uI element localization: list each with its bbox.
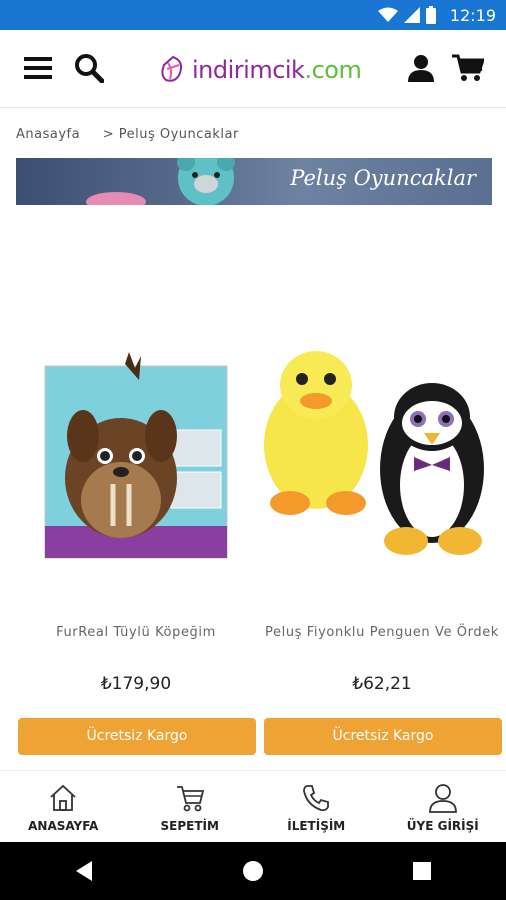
- nav-label: İLETİŞİM: [287, 819, 346, 833]
- nav-label: ANASAYFA: [28, 819, 99, 833]
- site-logo[interactable]: indirimcik.com: [158, 50, 362, 90]
- cart-icon: [176, 786, 204, 812]
- banner-title: Peluş Oyuncaklar: [290, 166, 476, 190]
- breadcrumb-home[interactable]: Anasayfa: [16, 127, 80, 142]
- cart-icon: [452, 54, 484, 81]
- search-button[interactable]: [71, 50, 107, 86]
- nav-label: ÜYE GİRİŞİ: [406, 819, 479, 833]
- status-bar: 12:19: [0, 0, 506, 30]
- status-time: 12:19: [449, 6, 496, 25]
- nav-item-contact[interactable]: İLETİŞİM: [253, 771, 380, 842]
- breadcrumb-current: > Peluş Oyuncaklar: [102, 127, 239, 142]
- nav-item-login[interactable]: ÜYE GİRİŞİ: [380, 771, 506, 842]
- wifi-icon: [378, 7, 398, 22]
- signal-icon: [404, 7, 420, 23]
- logo-text-tld: .com: [304, 56, 362, 84]
- app-header: indirimcik.com: [0, 30, 506, 108]
- free-shipping-button[interactable]: Ücretsiz Kargo: [18, 718, 256, 755]
- plush-toy-image: [86, 158, 235, 205]
- account-button[interactable]: [403, 50, 439, 86]
- home-circle-icon[interactable]: [242, 860, 264, 882]
- product-image[interactable]: [16, 300, 256, 610]
- product-card[interactable]: FurReal Tüylü Köpeğim ₺179,90 Ücretsiz K…: [16, 230, 256, 770]
- product-name[interactable]: Peluş Fiyonklu Penguen Ve Ördek: [262, 625, 502, 641]
- nav-label: SEPETİM: [160, 819, 219, 833]
- product-name[interactable]: FurReal Tüylü Köpeğim: [16, 625, 256, 641]
- product-image[interactable]: [262, 300, 502, 610]
- search-icon: [75, 54, 104, 83]
- status-icons: [378, 6, 436, 24]
- product-price: ₺62,21: [352, 674, 412, 694]
- home-icon: [50, 784, 76, 811]
- menu-button[interactable]: [20, 50, 56, 86]
- furreal-dog-toy-image: [44, 352, 228, 559]
- phone-icon: [303, 785, 330, 812]
- breadcrumb: Anasayfa > Peluş Oyuncaklar: [16, 127, 257, 142]
- battery-icon: [426, 6, 436, 24]
- cart-button[interactable]: [450, 50, 486, 86]
- logo-text-main: indirimcik: [192, 56, 305, 84]
- nav-item-cart[interactable]: SEPETİM: [127, 771, 254, 842]
- nav-item-home[interactable]: ANASAYFA: [0, 771, 127, 842]
- user-icon: [428, 784, 457, 813]
- bottom-nav: ANASAYFA SEPETİM İLETİŞİM ÜYE GİRİŞİ: [0, 770, 506, 842]
- back-icon[interactable]: [74, 860, 94, 882]
- user-icon: [408, 55, 434, 82]
- penguin-duck-toy-image: [264, 351, 484, 555]
- hamburger-icon: [24, 57, 52, 79]
- recents-icon[interactable]: [412, 861, 432, 881]
- free-shipping-button[interactable]: Ücretsiz Kargo: [264, 718, 502, 755]
- system-nav-bar: [0, 842, 506, 900]
- category-banner: Peluş Oyuncaklar: [16, 158, 492, 205]
- product-price: ₺179,90: [100, 674, 172, 694]
- logo-tag-icon: [161, 55, 183, 82]
- logo-text: indirimcik.com: [192, 56, 362, 84]
- product-card[interactable]: Peluş Fiyonklu Penguen Ve Ördek ₺62,21 Ü…: [262, 230, 502, 770]
